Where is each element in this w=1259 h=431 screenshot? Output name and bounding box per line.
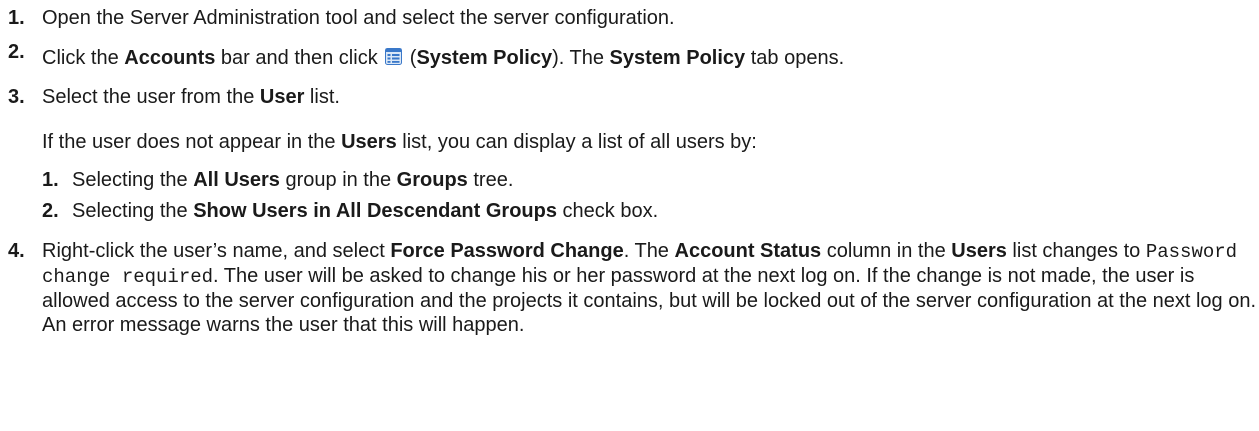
substep-1: 1. Selecting the All Users group in the … <box>0 168 1259 192</box>
text-run: check box. <box>556 200 659 222</box>
step-number: 1. <box>8 7 25 29</box>
groups-term: Groups <box>396 169 468 191</box>
force-password-change-term: Force Password Change <box>390 240 624 262</box>
text-run: list, you can display a list of all user… <box>396 131 757 153</box>
text-run: Selecting the <box>72 200 194 222</box>
text-run: Click the <box>42 47 125 69</box>
text-run: Right-click the user’s name, and select <box>42 240 391 262</box>
text-run: . The <box>623 240 675 262</box>
users-term: Users <box>951 240 1007 262</box>
text-run: bar and then click <box>215 47 384 69</box>
account-status-term: Account Status <box>674 240 822 262</box>
text-run: Selecting the <box>72 169 194 191</box>
text-run: list. <box>304 86 340 108</box>
text-run: ( <box>404 47 417 69</box>
procedure: 1. Open the Server Administration tool a… <box>0 0 1259 337</box>
substep-number: 2. <box>42 200 59 222</box>
system-policy-term: System Policy <box>416 47 553 69</box>
step-3: 3. Select the user from the User list. <box>0 85 1259 109</box>
text-run: tree. <box>467 169 514 191</box>
step-3-note: If the user does not appear in the Users… <box>0 130 1259 154</box>
step-number: 3. <box>8 86 25 108</box>
step-text: Select the user from the User list. <box>42 86 340 108</box>
text-run: group in the <box>279 169 397 191</box>
step-text: Click the Accounts bar and then click (S… <box>42 47 844 69</box>
step-2: 2. Click the Accounts bar and then click… <box>0 41 1259 70</box>
accounts-term: Accounts <box>124 47 216 69</box>
substep-list: 1. Selecting the All Users group in the … <box>0 168 1259 223</box>
substep-number: 1. <box>42 169 59 191</box>
text-run: column in the <box>821 240 952 262</box>
system-policy-tab-term: System Policy <box>609 47 746 69</box>
text-run: . The user will be asked to change his o… <box>42 265 1257 336</box>
text-run: If the user does not appear in the <box>42 131 342 153</box>
substep-2: 2. Selecting the Show Users in All Desce… <box>0 199 1259 223</box>
step-text: Right-click the user’s name, and select … <box>42 239 1259 337</box>
text-run: list changes to <box>1006 240 1146 262</box>
text-run: ). The <box>552 47 610 69</box>
step-text: Open the Server Administration tool and … <box>42 7 675 29</box>
step-4: 4. Right-click the user’s name, and sele… <box>0 239 1259 337</box>
show-users-checkbox-term: Show Users in All Descendant Groups <box>193 200 557 222</box>
text-run: Select the user from the <box>42 86 260 108</box>
user-term: User <box>259 86 305 108</box>
text-run: tab opens. <box>745 47 845 69</box>
all-users-term: All Users <box>193 169 280 191</box>
system-policy-icon <box>385 48 403 65</box>
users-term: Users <box>341 131 397 153</box>
step-number: 2. <box>8 41 25 63</box>
step-1: 1. Open the Server Administration tool a… <box>0 6 1259 30</box>
step-number: 4. <box>8 240 25 262</box>
